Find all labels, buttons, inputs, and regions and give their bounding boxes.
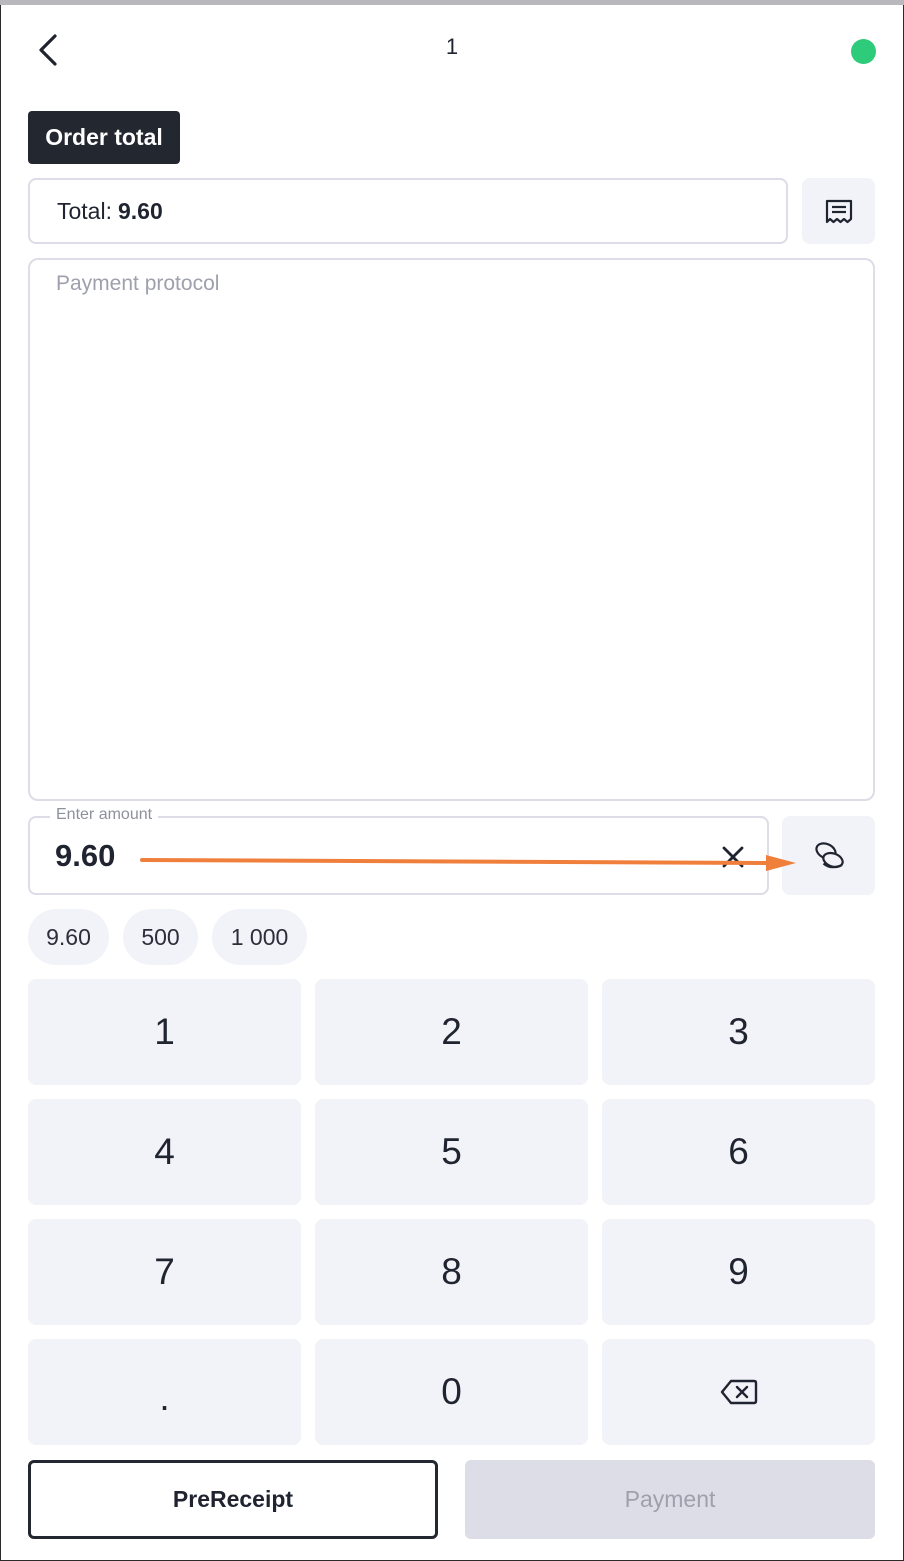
chevron-left-icon xyxy=(39,34,57,66)
keypad-key-1[interactable]: 1 xyxy=(28,979,301,1085)
keypad-key-8[interactable]: 8 xyxy=(315,1219,588,1325)
annotation-arrow xyxy=(140,855,796,871)
amount-input-value: 9.60 xyxy=(55,838,116,873)
payment-button[interactable]: Payment xyxy=(465,1460,875,1539)
keypad-key-0[interactable]: 0 xyxy=(315,1339,588,1445)
quick-amount-chip[interactable]: 9.60 xyxy=(28,909,109,965)
keypad-key-6[interactable]: 6 xyxy=(602,1099,875,1205)
receipt-button[interactable] xyxy=(802,178,875,244)
connection-status-dot xyxy=(851,39,876,64)
total-field: Total: 9.60 xyxy=(28,178,788,244)
quick-amount-chip[interactable]: 500 xyxy=(123,909,198,965)
prereceipt-button[interactable]: PreReceipt xyxy=(28,1460,438,1539)
keypad-key-2[interactable]: 2 xyxy=(315,979,588,1085)
page-title: 1 xyxy=(445,34,459,59)
keypad-key-4[interactable]: 4 xyxy=(28,1099,301,1205)
total-label: Total: xyxy=(57,197,112,224)
amount-input-label: Enter amount xyxy=(50,806,159,824)
total-value: 9.60 xyxy=(117,197,163,224)
keypad-key-decimal[interactable]: . xyxy=(28,1339,301,1445)
keypad-key-backspace[interactable] xyxy=(602,1339,875,1445)
top-divider xyxy=(0,0,904,5)
coins-icon xyxy=(814,841,844,868)
order-total-badge: Order total xyxy=(28,111,180,164)
back-button[interactable] xyxy=(28,30,68,70)
receipt-icon xyxy=(825,199,852,224)
keypad-key-5[interactable]: 5 xyxy=(315,1099,588,1205)
keypad-key-7[interactable]: 7 xyxy=(28,1219,301,1325)
keypad-key-9[interactable]: 9 xyxy=(602,1219,875,1325)
backspace-icon xyxy=(720,1379,757,1405)
keypad-key-3[interactable]: 3 xyxy=(602,979,875,1085)
quick-amount-chip[interactable]: 1 000 xyxy=(212,909,307,965)
payment-protocol-placeholder: Payment protocol xyxy=(56,272,220,295)
payment-protocol-area[interactable]: Payment protocol xyxy=(28,258,875,801)
